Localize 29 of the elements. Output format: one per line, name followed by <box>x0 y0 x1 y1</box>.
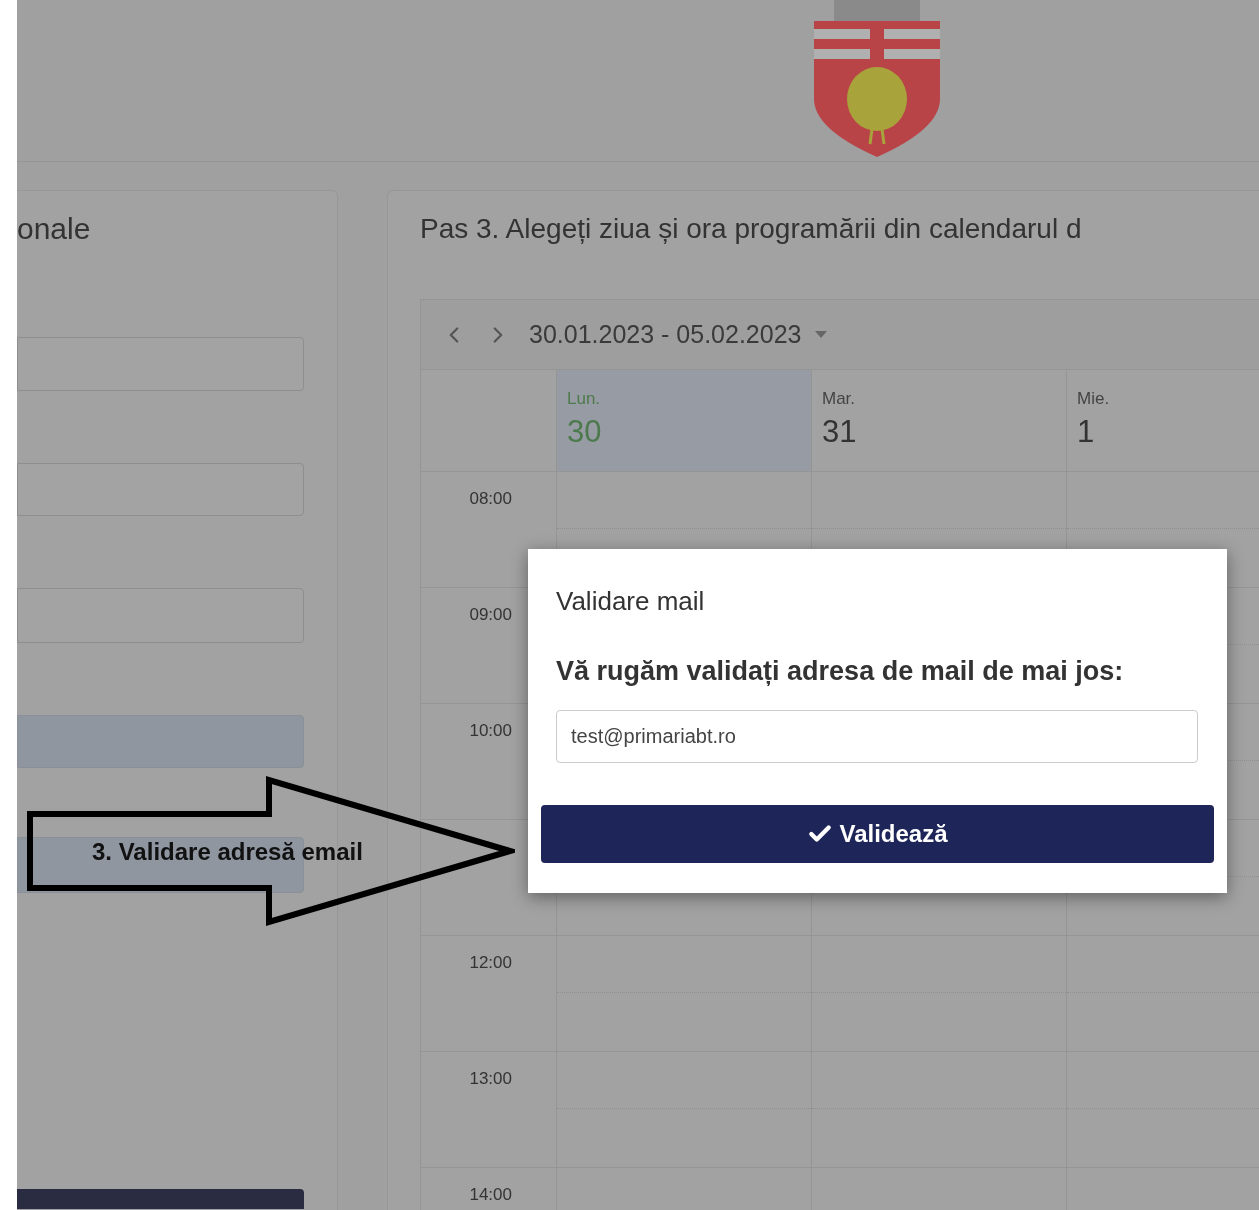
day-number: 31 <box>822 412 858 451</box>
time-label: 10:00 <box>469 720 512 742</box>
crest-icon <box>812 0 942 159</box>
submit-button[interactable] <box>17 1189 304 1209</box>
annotation-label: 3. Validare adresă email <box>92 837 363 867</box>
day-number: 1 <box>1077 412 1096 451</box>
time-label: 13:00 <box>469 1068 512 1090</box>
input-field[interactable] <box>17 715 304 768</box>
time-label: 08:00 <box>469 488 512 510</box>
dialog-title: Validare mail <box>556 585 706 618</box>
time-label: 14:00 <box>469 1184 512 1206</box>
day-header[interactable]: Mie. 1 <box>1067 370 1259 471</box>
validate-button[interactable]: Validează <box>541 805 1214 863</box>
date-range-dropdown[interactable]: 30.01.2023 - 05.02.2023 <box>529 315 828 354</box>
input-field[interactable] <box>17 588 304 643</box>
time-label: 09:00 <box>469 604 512 626</box>
input-field[interactable] <box>17 337 304 391</box>
input-field[interactable] <box>17 463 304 516</box>
dialog-message: Vă rugăm validați adresa de mail de mai jos: <box>556 655 1125 688</box>
card-title: Pas 3. Alegeți ziua și ora programării din calendarul d <box>420 212 1083 246</box>
card-title: onale <box>17 211 92 247</box>
caret-icon <box>815 331 828 338</box>
time-label: 12:00 <box>469 952 512 974</box>
day-number: 30 <box>567 412 603 451</box>
day-name: Mar. <box>822 388 857 410</box>
day-name: Lun. <box>567 388 602 410</box>
day-name: Mie. <box>1077 388 1111 410</box>
email-field[interactable]: test@primariabt.ro <box>556 710 1198 763</box>
day-header[interactable]: Mar. 31 <box>812 370 1067 471</box>
